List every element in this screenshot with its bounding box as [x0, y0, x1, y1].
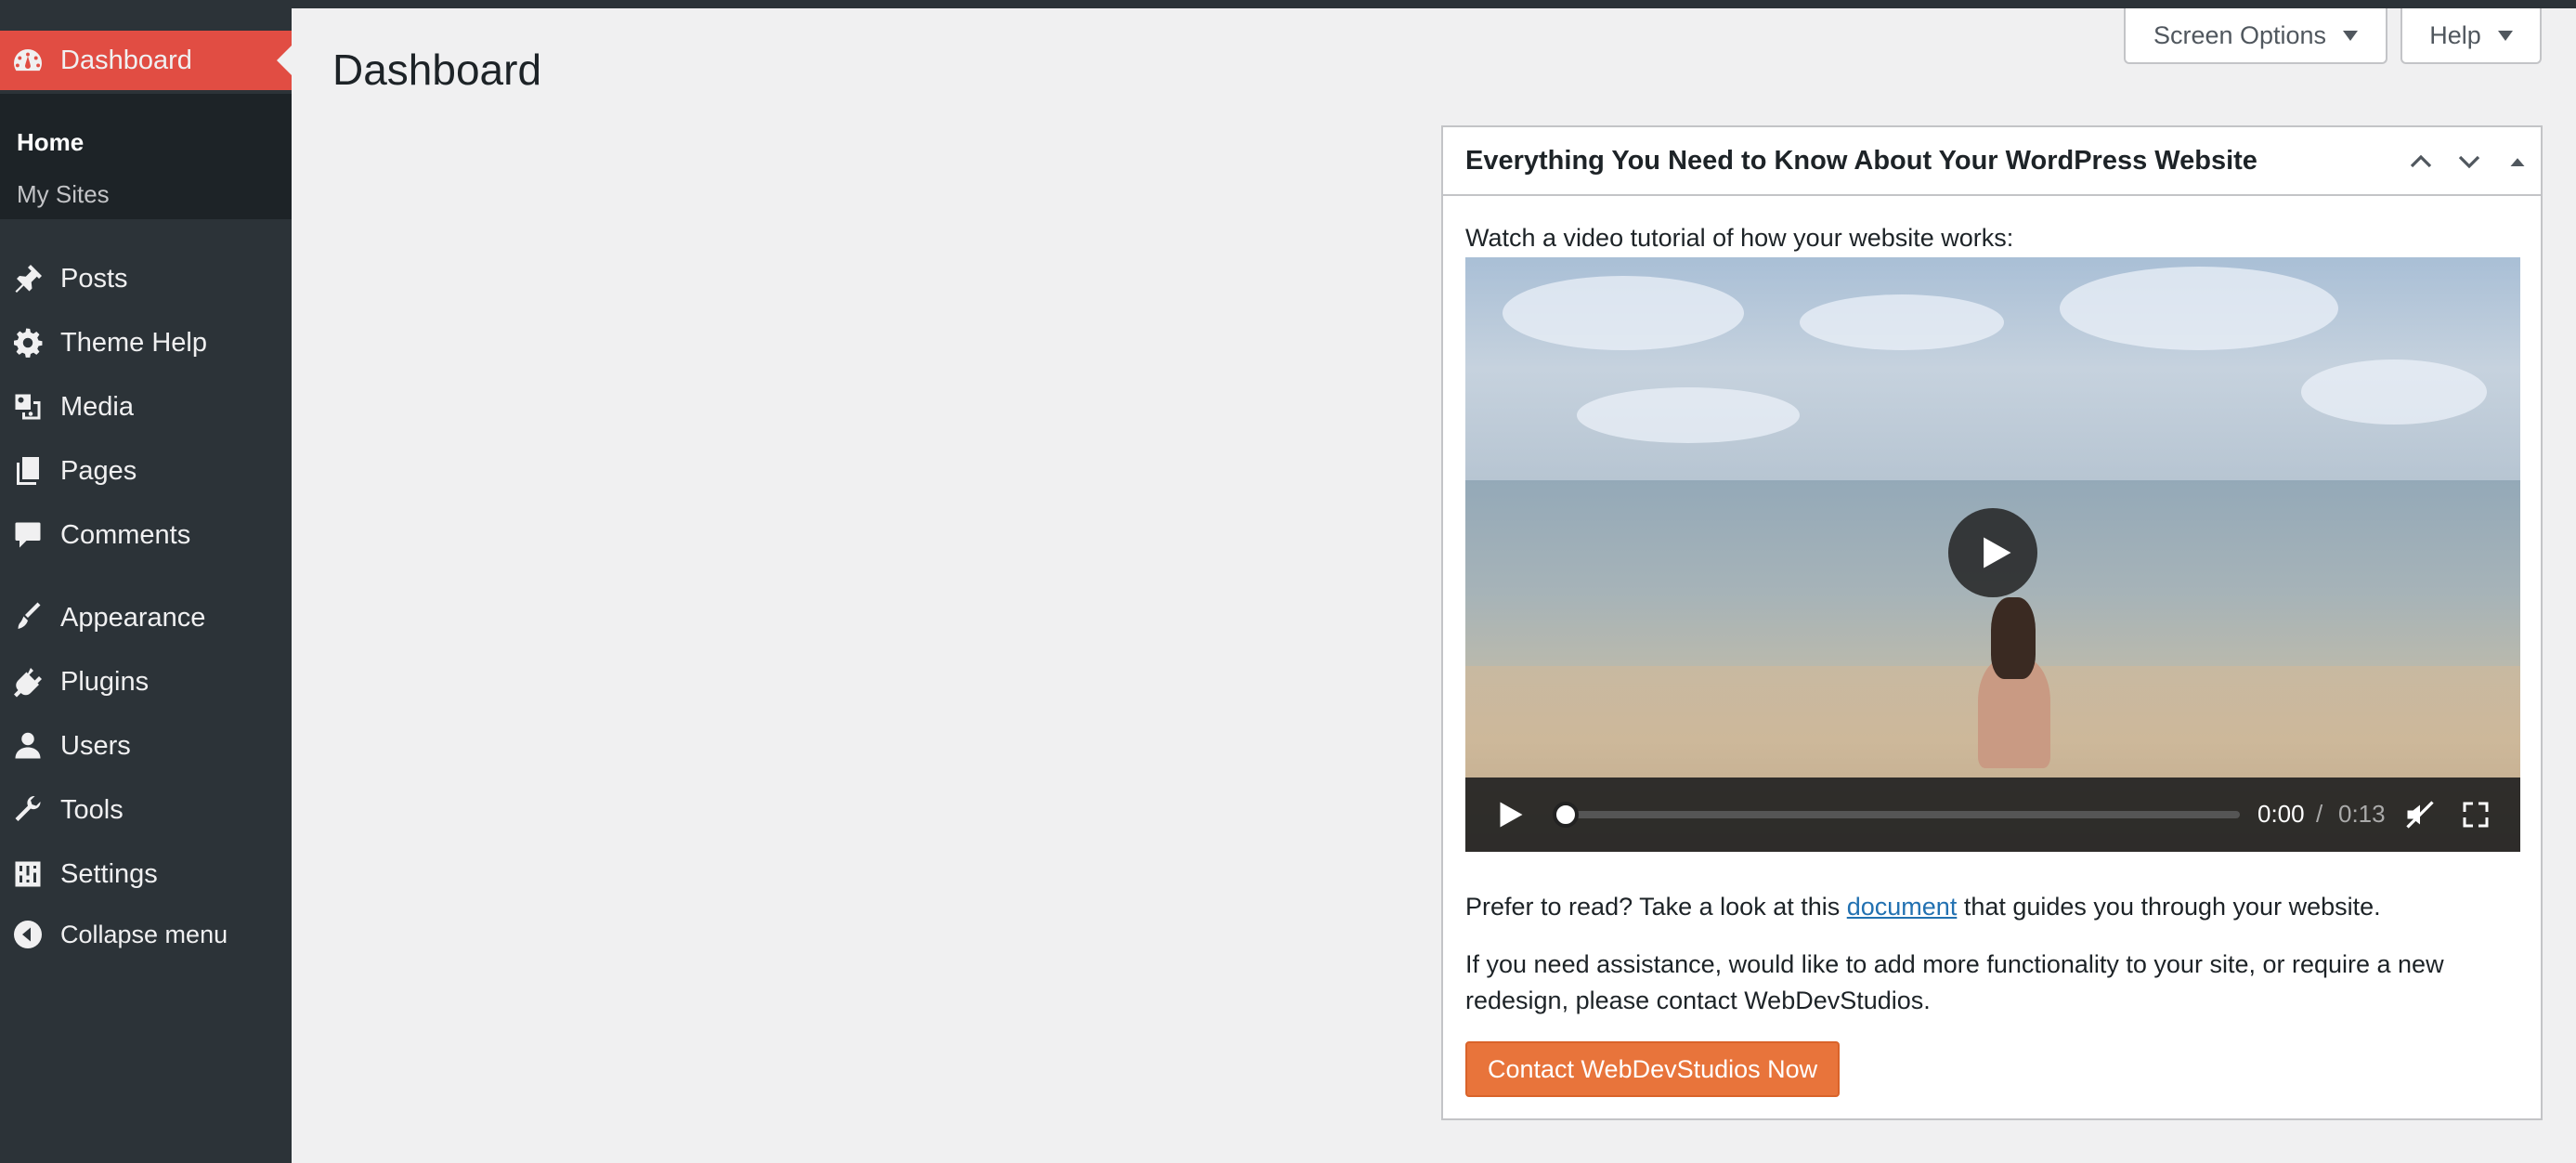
sidebar-item-label: Dashboard [60, 45, 192, 75]
admin-sidebar: Dashboard Home My Sites Posts Theme Help… [0, 8, 292, 1163]
sidebar-item-label: Posts [60, 263, 128, 294]
user-icon [9, 727, 46, 764]
collapse-icon [9, 916, 46, 953]
video-progress-bar[interactable] [1568, 811, 2240, 818]
collapse-menu-label: Collapse menu [60, 920, 228, 948]
sidebar-item-label: Media [60, 391, 134, 422]
video-scrubber-handle[interactable] [1553, 802, 1579, 828]
comment-icon [9, 516, 46, 554]
sidebar-item-label: Pages [60, 455, 137, 486]
video-intro-text: Watch a video tutorial of how your websi… [1465, 224, 2014, 252]
caret-down-icon [2343, 30, 2359, 41]
video-controls: 0:00 / 0:13 [1465, 778, 2520, 852]
sidebar-item-label: Plugins [60, 666, 150, 697]
mute-icon[interactable] [2403, 798, 2437, 831]
assistance-text: If you need assistance, would like to ad… [1465, 950, 2444, 1014]
sidebar-item-users[interactable]: Users [0, 716, 292, 776]
read-document-text: Prefer to read? Take a look at this docu… [1465, 889, 2520, 925]
screen-options-button[interactable]: Screen Options [2124, 8, 2387, 64]
media-icon [9, 388, 46, 425]
sidebar-item-label: Users [60, 730, 131, 761]
submenu-item-home[interactable]: Home [17, 128, 84, 157]
dashboard-widget: Everything You Need to Know About Your W… [1441, 125, 2543, 1120]
big-play-button[interactable] [1948, 508, 2037, 597]
screen-options-label: Screen Options [2153, 20, 2327, 49]
video-current-time: 0:00 [2257, 800, 2305, 828]
widget-body: Watch a video tutorial of how your websi… [1465, 224, 2520, 1097]
sidebar-item-label: Settings [60, 858, 158, 889]
triangle-up-icon [2510, 158, 2525, 166]
sidebar-item-settings[interactable]: Settings [0, 844, 292, 904]
video-duration: 0:13 [2338, 800, 2386, 828]
video-frame-sky [1465, 257, 2520, 480]
read-prefix: Prefer to read? Take a look at this [1465, 893, 1847, 921]
sidebar-item-pages[interactable]: Pages [0, 441, 292, 501]
chevron-down-icon [2458, 155, 2480, 169]
sidebar-item-dashboard[interactable]: Dashboard [0, 31, 292, 90]
help-label: Help [2429, 20, 2481, 49]
pin-icon [9, 260, 46, 297]
widget-title: Everything You Need to Know About Your W… [1465, 146, 2257, 176]
play-icon[interactable] [1493, 798, 1527, 831]
plug-icon [9, 663, 46, 700]
play-icon [1984, 537, 2011, 568]
wrench-icon [9, 791, 46, 829]
collapse-menu-button[interactable]: Collapse menu [0, 905, 292, 964]
sidebar-item-tools[interactable]: Tools [0, 780, 292, 840]
video-frame-person-hair [1991, 597, 2036, 679]
toggle-panel-button[interactable] [2496, 140, 2539, 183]
sidebar-item-label: Appearance [60, 602, 206, 633]
widget-header: Everything You Need to Know About Your W… [1443, 127, 2541, 196]
admin-top-bar [0, 0, 2576, 8]
chevron-up-icon [2410, 154, 2432, 168]
sidebar-item-label: Theme Help [60, 327, 207, 358]
sidebar-item-appearance[interactable]: Appearance [0, 588, 292, 647]
document-link[interactable]: document [1847, 893, 1958, 921]
fullscreen-icon[interactable] [2459, 798, 2492, 831]
caret-down-icon [2497, 30, 2513, 41]
sidebar-item-media[interactable]: Media [0, 377, 292, 437]
help-button[interactable]: Help [2400, 8, 2542, 64]
sidebar-item-label: Tools [60, 794, 124, 825]
sidebar-item-comments[interactable]: Comments [0, 505, 292, 565]
read-suffix: that guides you through your website. [1957, 893, 2381, 921]
pages-icon [9, 452, 46, 490]
move-up-button[interactable] [2400, 140, 2442, 183]
sidebar-item-theme-help[interactable]: Theme Help [0, 313, 292, 372]
gear-icon [9, 324, 46, 361]
sidebar-item-label: Comments [60, 519, 191, 550]
dashboard-submenu: Home My Sites [0, 94, 292, 219]
move-down-button[interactable] [2448, 140, 2491, 183]
video-player[interactable]: 0:00 / 0:13 [1465, 257, 2520, 852]
dashboard-icon [9, 42, 46, 79]
video-time-separator: / [2316, 800, 2323, 828]
sidebar-item-posts[interactable]: Posts [0, 249, 292, 308]
submenu-item-my-sites[interactable]: My Sites [17, 180, 110, 209]
sidebar-item-plugins[interactable]: Plugins [0, 652, 292, 712]
contact-webdevstudios-button[interactable]: Contact WebDevStudios Now [1465, 1041, 1841, 1097]
settings-sliders-icon [9, 856, 46, 893]
page-title: Dashboard [332, 46, 542, 94]
brush-icon [9, 599, 46, 636]
